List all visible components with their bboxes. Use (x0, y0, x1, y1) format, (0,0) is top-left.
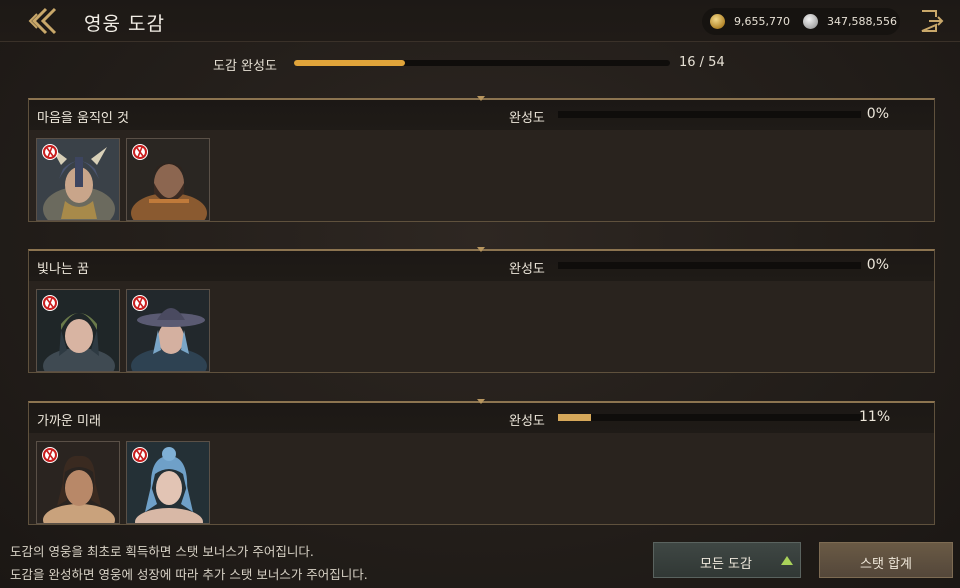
all-collections-label: 모든 도감 (700, 557, 752, 572)
collection-section-1: 마음을 움직인 것 완성도 0% (28, 96, 935, 222)
silver-amount: 347,588,556 (827, 15, 897, 28)
hero-badge-icon (42, 447, 58, 463)
stat-total-label: 스탯 합계 (860, 557, 912, 572)
section-progress-label: 완성도 (509, 262, 545, 277)
section-percent: 11% (859, 409, 891, 425)
section-title: 가까운 미래 (37, 414, 101, 429)
overall-completion-label: 도감 완성도 (213, 59, 277, 74)
silver-display: 347,588,556 (803, 8, 897, 35)
section-header: 마음을 움직인 것 완성도 0% (29, 96, 934, 130)
section-marker-icon (477, 247, 485, 252)
section-title: 마음을 움직인 것 (37, 111, 129, 126)
section-marker-icon (477, 399, 485, 404)
triangle-up-icon (781, 556, 793, 565)
currency-panel: 9,655,770 347,588,556 (702, 8, 900, 35)
hero-card-bearded-warrior[interactable] (126, 138, 210, 221)
section-progress-label: 완성도 (509, 111, 545, 126)
hero-card-long-hair-man[interactable] (36, 441, 120, 524)
hero-card-helmet-girl[interactable] (36, 289, 120, 372)
overall-count: 16 / 54 (679, 55, 725, 70)
hero-card-cowboy-hat-girl[interactable] (126, 289, 210, 372)
footer-info-line-2: 도감을 완성하면 영웅에 성장에 따라 추가 스탯 보너스가 주어집니다. (10, 567, 368, 582)
section-marker-icon (477, 96, 485, 101)
gold-display: 9,655,770 (710, 8, 790, 35)
section-percent: 0% (866, 106, 889, 122)
hero-badge-icon (132, 447, 148, 463)
back-chevron-icon (28, 7, 57, 35)
gold-coin-icon (710, 14, 725, 29)
section-progress-bar (558, 111, 861, 118)
exit-button[interactable] (918, 8, 944, 34)
hero-card-horned-helmet-warrior[interactable] (36, 138, 120, 221)
section-percent: 0% (866, 257, 889, 273)
top-bar: 영웅 도감 9,655,770 347,588,556 (0, 0, 960, 42)
section-title: 빛나는 꿈 (37, 262, 89, 277)
back-button[interactable] (22, 6, 62, 36)
collection-section-2: 빛나는 꿈 완성도 0% (28, 247, 935, 373)
overall-progress-bar (294, 60, 670, 66)
page-title: 영웅 도감 (84, 13, 165, 35)
section-progress-bar (558, 262, 861, 269)
section-progress-fill (558, 414, 592, 421)
section-progress-bar (558, 414, 861, 421)
hero-card-blue-hair-woman[interactable] (126, 441, 210, 524)
section-header: 빛나는 꿈 완성도 0% (29, 247, 934, 281)
gold-amount: 9,655,770 (734, 15, 790, 28)
hero-badge-icon (42, 144, 58, 160)
silver-coin-icon (803, 14, 818, 29)
hero-badge-icon (132, 144, 148, 160)
hero-badge-icon (42, 295, 58, 311)
footer-info-line-1: 도감의 영웅을 최초로 획득하면 스탯 보너스가 주어집니다. (10, 544, 314, 559)
stat-total-button[interactable]: 스탯 합계 (819, 542, 953, 578)
section-progress-label: 완성도 (509, 414, 545, 429)
hero-badge-icon (132, 295, 148, 311)
exit-icon (921, 10, 944, 32)
all-collections-button[interactable]: 모든 도감 (653, 542, 801, 578)
collection-section-3: 가까운 미래 완성도 11% (28, 399, 935, 525)
overall-progress-fill (294, 60, 406, 66)
section-header: 가까운 미래 완성도 11% (29, 399, 934, 433)
